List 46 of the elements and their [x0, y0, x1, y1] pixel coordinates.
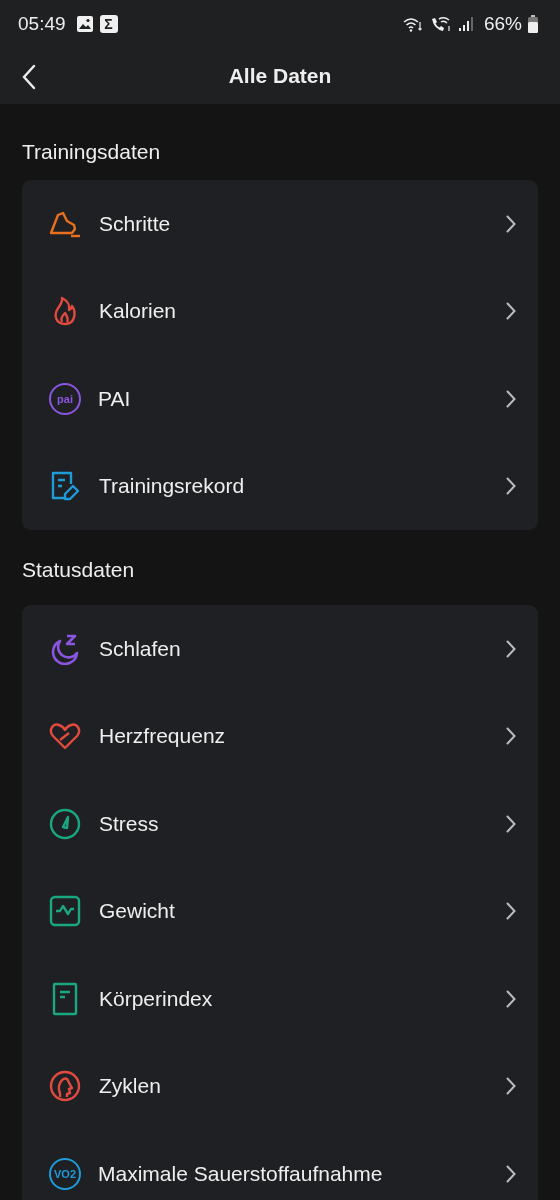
item-label: Kalorien [99, 299, 178, 324]
chevron-icon [506, 639, 516, 658]
item-label: Stress [99, 811, 160, 836]
badge-icon: pai [49, 382, 81, 415]
item-label: Trainingsrekord [99, 474, 246, 499]
list-item[interactable]: Schlafen [22, 605, 538, 693]
item-label: Schritte [99, 211, 172, 236]
list-item[interactable]: Herzfrequenz [22, 692, 538, 780]
battery-percent: 66% [483, 13, 522, 35]
list-item[interactable]: Kalorien [22, 267, 538, 355]
item-label: Schlafen [99, 636, 182, 661]
chevron-icon [506, 1164, 516, 1183]
chevron-icon [506, 389, 516, 408]
status-time: 05:49 [18, 13, 66, 35]
chevron-icon [506, 727, 516, 746]
item-label: PAI [98, 386, 132, 411]
list-item[interactable]: Körperindex [22, 955, 538, 1043]
item-label: Herzfrequenz [99, 724, 227, 749]
chevron-icon [506, 989, 516, 1008]
item-label: Maximale Sauerstoffaufnahme [98, 1161, 384, 1186]
list-item[interactable]: Zyklen [22, 1042, 538, 1130]
list-item[interactable]: Stress [22, 780, 538, 868]
page-title: Alle Daten [228, 64, 332, 88]
gallery-icon [75, 15, 94, 33]
notification-icon: Σ [99, 15, 118, 33]
wifi-icon [401, 16, 424, 32]
chevron-icon [506, 814, 516, 833]
list-item[interactable]: VO2 Maximale Sauerstoffaufnahme [22, 1130, 538, 1200]
chevron-icon [506, 302, 516, 321]
badge-icon: VO2 [49, 1157, 81, 1190]
section-title: Statusdaten [21, 557, 136, 583]
list-item[interactable]: Trainingsrekord [22, 442, 538, 530]
chevron-icon [506, 214, 516, 233]
chevron-icon [506, 902, 516, 921]
chevron-icon [506, 1077, 516, 1096]
signal-icon [457, 16, 474, 32]
section-title: Trainingsdaten [21, 139, 162, 165]
wifi-call-icon [429, 16, 452, 32]
list-item[interactable]: Schritte [22, 180, 538, 268]
item-label: Körperindex [99, 986, 214, 1011]
battery-icon [528, 15, 538, 33]
list-item[interactable]: pai PAI [22, 355, 538, 443]
list-item[interactable]: Gewicht [22, 867, 538, 955]
item-label: Gewicht [99, 899, 176, 924]
chevron-icon [506, 477, 516, 496]
item-label: Zyklen [99, 1074, 162, 1099]
